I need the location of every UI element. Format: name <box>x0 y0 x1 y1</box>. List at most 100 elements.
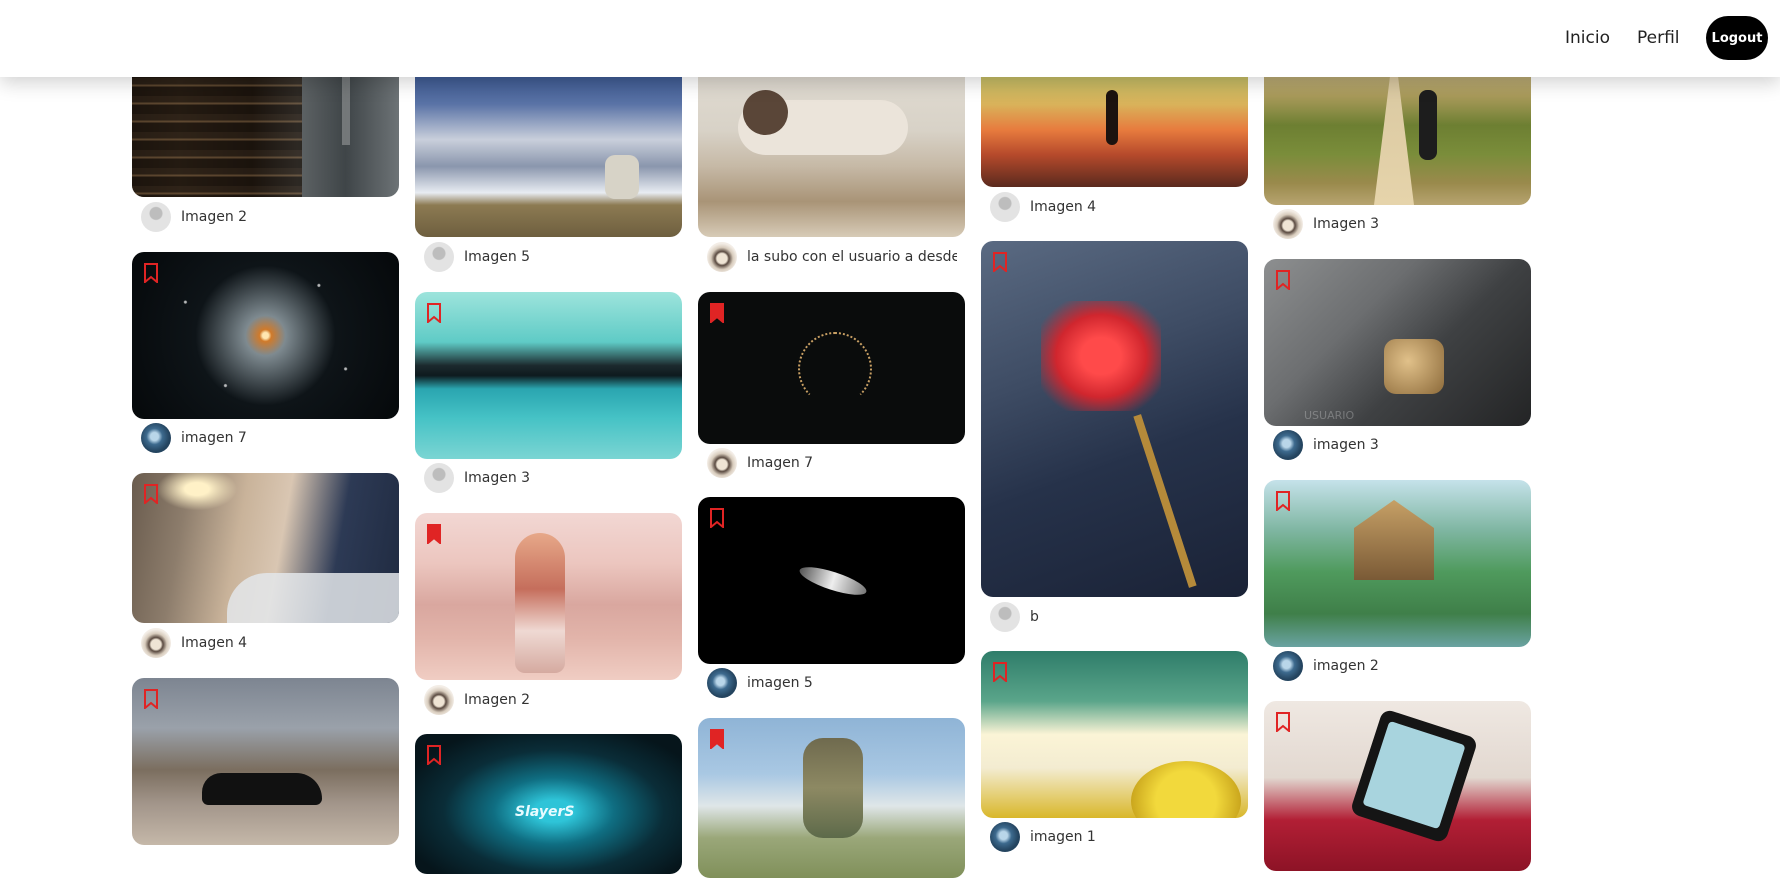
pin-caption: Imagen 4 <box>1030 199 1097 215</box>
pin-caption: imagen 3 <box>1313 437 1379 453</box>
pin-meta: Imagen 2 <box>415 683 682 717</box>
avatar[interactable] <box>990 192 1020 222</box>
bookmark-icon[interactable] <box>709 508 725 528</box>
pin-caption: imagen 5 <box>747 675 813 691</box>
image-content <box>515 533 565 673</box>
bookmark-icon[interactable] <box>1275 491 1291 511</box>
logout-button[interactable]: Logout <box>1706 16 1768 60</box>
avatar[interactable] <box>1273 209 1303 239</box>
avatar[interactable] <box>141 423 171 453</box>
bookmark-icon[interactable] <box>709 729 725 749</box>
pin-caption: imagen 7 <box>181 430 247 446</box>
pin-meta: Imagen 3 <box>1264 207 1531 241</box>
avatar[interactable] <box>141 628 171 658</box>
pin-meta: imagen 7 <box>132 421 399 455</box>
avatar[interactable] <box>990 822 1020 852</box>
pin-image[interactable]: SlayerS <box>415 734 682 874</box>
pin-image[interactable] <box>1264 480 1531 647</box>
top-navbar: Inicio Perfil Logout <box>0 0 1780 77</box>
pin-image[interactable] <box>981 60 1248 187</box>
pin-image[interactable] <box>698 60 965 237</box>
pin-caption: b <box>1030 609 1039 625</box>
pin-image[interactable] <box>698 497 965 664</box>
pin-caption: Imagen 5 <box>464 249 531 265</box>
pin-image[interactable]: USUARIO <box>1264 259 1531 426</box>
bookmark-icon[interactable] <box>992 252 1008 272</box>
image-content <box>1354 500 1434 580</box>
image-content <box>342 65 350 145</box>
bookmark-icon[interactable] <box>992 662 1008 682</box>
bookmark-icon[interactable] <box>426 524 442 544</box>
bookmark-icon[interactable] <box>426 745 442 765</box>
bookmark-icon[interactable] <box>426 303 442 323</box>
pin-meta: Imagen 4 <box>981 190 1248 224</box>
pin-caption: Imagen 2 <box>464 692 531 708</box>
image-content <box>1106 90 1118 145</box>
avatar[interactable] <box>424 242 454 272</box>
bookmark-icon[interactable] <box>709 303 725 323</box>
bookmark-icon[interactable] <box>143 689 159 709</box>
avatar[interactable] <box>141 202 171 232</box>
image-content <box>202 773 322 805</box>
image-content <box>803 738 863 838</box>
pin-image[interactable] <box>415 513 682 680</box>
pin-image[interactable] <box>698 718 965 878</box>
pin-caption: Imagen 2 <box>181 209 248 225</box>
image-content <box>1419 90 1437 160</box>
avatar[interactable] <box>1273 430 1303 460</box>
pin-image[interactable] <box>132 678 399 845</box>
pin-image[interactable] <box>132 60 399 197</box>
pin-meta: Imagen 4 <box>132 626 399 660</box>
pin-meta: Imagen 3 <box>415 461 682 495</box>
avatar[interactable] <box>707 448 737 478</box>
image-content <box>798 332 872 406</box>
bookmark-icon[interactable] <box>143 263 159 283</box>
pin-meta: Imagen 5 <box>415 240 682 274</box>
pin-meta: imagen 3 <box>1264 428 1531 462</box>
pin-caption: imagen 1 <box>1030 829 1096 845</box>
pin-image[interactable] <box>981 651 1248 818</box>
pin-meta: Imagen 7 <box>698 446 965 480</box>
pin-caption: Imagen 4 <box>181 635 248 651</box>
pin-image[interactable] <box>698 292 965 444</box>
bookmark-icon[interactable] <box>1275 712 1291 732</box>
nav-link-inicio[interactable]: Inicio <box>1565 28 1610 48</box>
slayers-logo: SlayerS <box>515 804 575 820</box>
pin-meta: imagen 5 <box>698 666 965 700</box>
image-content <box>605 155 639 199</box>
pin-caption: Imagen 3 <box>464 470 531 486</box>
image-content <box>796 561 870 601</box>
image-content <box>132 60 302 197</box>
image-content <box>1384 339 1444 394</box>
bookmark-icon[interactable] <box>143 484 159 504</box>
pin-image[interactable] <box>415 292 682 459</box>
pin-image[interactable] <box>132 252 399 419</box>
image-content <box>743 90 788 135</box>
pin-caption: imagen 2 <box>1313 658 1379 674</box>
image-content <box>1041 301 1161 411</box>
avatar[interactable] <box>424 463 454 493</box>
pin-image[interactable] <box>1264 60 1531 205</box>
pin-meta: imagen 2 <box>1264 649 1531 683</box>
avatar[interactable] <box>424 685 454 715</box>
pin-image[interactable] <box>981 241 1248 597</box>
pin-caption: la subo con el usuario a desde c <box>747 249 957 265</box>
image-content <box>132 252 399 419</box>
image-content <box>1133 414 1197 588</box>
pin-meta: imagen 1 <box>981 820 1248 854</box>
pin-image[interactable] <box>415 60 682 237</box>
avatar[interactable] <box>1273 651 1303 681</box>
pin-meta: b <box>981 600 1248 634</box>
nav-link-perfil[interactable]: Perfil <box>1637 28 1680 48</box>
bookmark-icon[interactable] <box>1275 270 1291 290</box>
pin-meta: Imagen 2 <box>132 200 399 234</box>
image-content <box>1131 761 1241 818</box>
avatar[interactable] <box>990 602 1020 632</box>
pin-caption: Imagen 7 <box>747 455 814 471</box>
pin-image[interactable] <box>1264 701 1531 871</box>
image-content <box>152 473 242 513</box>
avatar[interactable] <box>707 668 737 698</box>
image-content <box>227 573 399 623</box>
pin-image[interactable] <box>132 473 399 623</box>
avatar[interactable] <box>707 242 737 272</box>
